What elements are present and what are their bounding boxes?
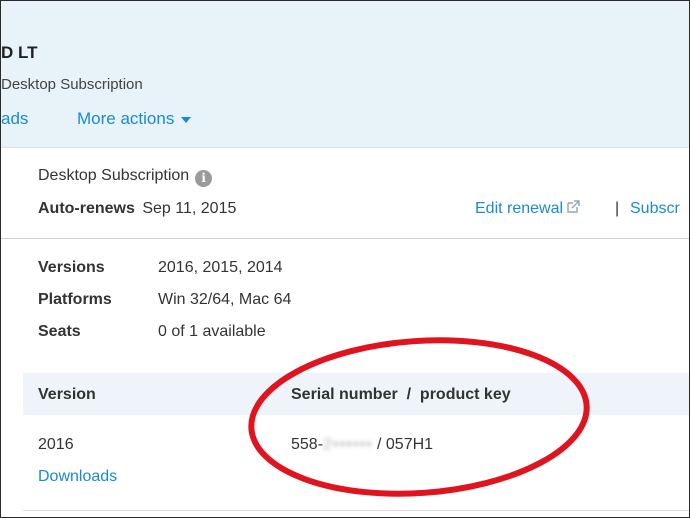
info-icon[interactable]: i (195, 170, 213, 187)
spec-label: Seats (38, 323, 81, 340)
subscription-type: Desktop Subscription i (38, 167, 213, 187)
column-header-version: Version (38, 386, 96, 403)
spec-label: Versions (38, 259, 105, 276)
edit-renewal-link[interactable]: Edit renewal (475, 200, 580, 219)
external-link-icon (566, 200, 580, 219)
subscription-panel: D LT Desktop Subscription ads More actio… (0, 0, 690, 518)
serial-separator: / (372, 436, 386, 453)
spec-row-versions: Versions 2016, 2015, 2014 (38, 259, 283, 277)
edit-renewal-label: Edit renewal (475, 200, 564, 217)
more-actions-menu[interactable]: More actions (77, 109, 192, 129)
serial-hidden: 2•••••• (323, 436, 373, 453)
spec-row-platforms: Platforms Win 32/64, Mac 64 (38, 291, 291, 309)
spec-value: 2016, 2015, 2014 (158, 259, 283, 276)
section-divider (1, 238, 689, 239)
serial-prefix: 558- (291, 436, 324, 453)
column-header-serial: Serial number / product key (291, 386, 511, 403)
table-bottom-border (23, 510, 689, 511)
more-actions-label: More actions (77, 109, 175, 128)
spec-label: Platforms (38, 291, 112, 308)
product-header: D LT Desktop Subscription ads More actio… (1, 1, 689, 148)
auto-renews-date: Sep 11, 2015 (142, 200, 237, 217)
product-key: 057H1 (385, 436, 434, 453)
product-title: D LT (1, 43, 38, 62)
subscription-link[interactable]: Subscr (630, 200, 680, 218)
chevron-down-icon (181, 116, 192, 123)
product-subtitle: Desktop Subscription (1, 76, 143, 93)
downloads-link[interactable]: ads (1, 109, 28, 129)
auto-renew-row: Auto-renews Sep 11, 2015 (38, 200, 236, 218)
spec-value: Win 32/64, Mac 64 (158, 291, 292, 308)
link-separator: | (615, 200, 620, 217)
auto-renews-label: Auto-renews (38, 200, 135, 217)
spec-value: 0 of 1 available (158, 323, 266, 340)
serial-number: 558-2•••••• / 057H1 (291, 436, 433, 454)
subscription-type-label: Desktop Subscription (38, 167, 190, 184)
row-downloads-link[interactable]: Downloads (38, 468, 117, 486)
table-cell-version: 2016 (38, 436, 74, 453)
spec-row-seats: Seats 0 of 1 available (38, 323, 266, 341)
